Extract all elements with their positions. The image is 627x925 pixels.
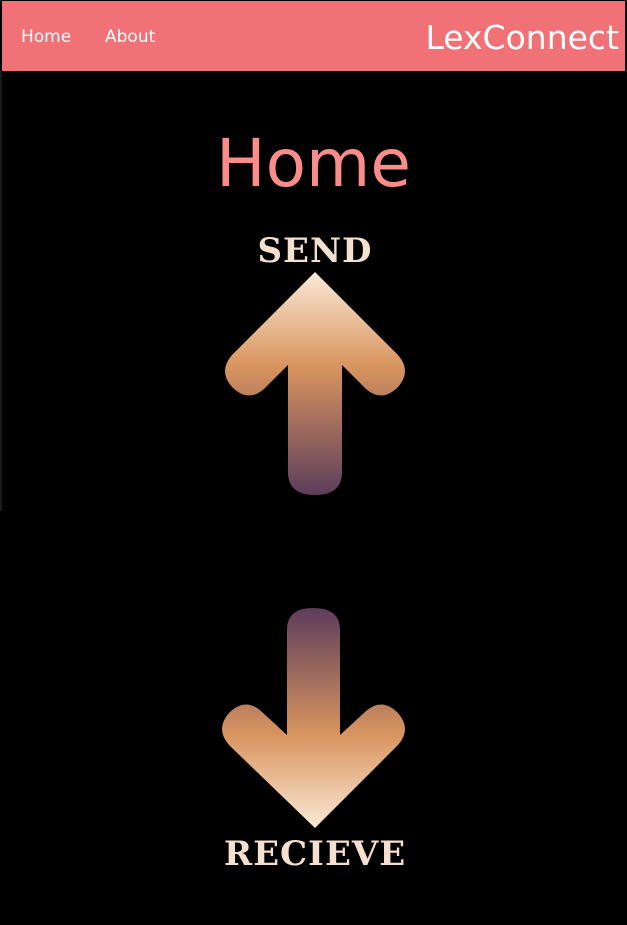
send-button[interactable]: SEND xyxy=(200,225,430,500)
nav-link-about[interactable]: About xyxy=(105,26,155,48)
arrow-up-icon xyxy=(225,272,405,495)
brand-title[interactable]: LexConnect xyxy=(425,17,619,59)
nav-link-home[interactable]: Home xyxy=(21,26,71,48)
arrow-down-icon xyxy=(222,608,405,828)
receive-label: RECIEVE xyxy=(223,834,407,874)
page-title: Home xyxy=(216,125,411,202)
receive-button[interactable]: RECIEVE xyxy=(200,600,430,880)
top-navbar: Home About LexConnect xyxy=(2,1,625,71)
